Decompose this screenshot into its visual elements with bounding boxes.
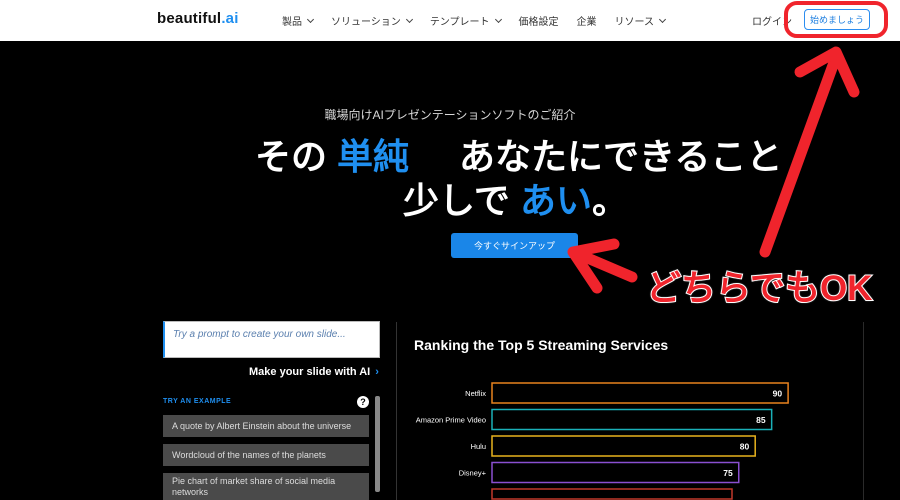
hero-headline-line2: 少しで あい。	[403, 172, 628, 224]
hero-subtitle: 職場向けAIプレゼンテーションソフトのご紹介	[324, 108, 576, 122]
headline-text: その	[255, 136, 328, 177]
category-label: Amazon Prime Video	[416, 416, 486, 425]
nav-label: ソリューション	[331, 17, 401, 28]
category-label: Netflix	[465, 389, 486, 398]
logo-suffix: .ai	[221, 10, 239, 27]
bar	[491, 408, 773, 431]
logo-text: beautiful	[157, 10, 222, 27]
example-item[interactable]: A quote by Albert Einstein about the uni…	[163, 415, 369, 437]
annotation-text: どちらでもOK	[645, 268, 873, 309]
bar-value-label: 80	[740, 442, 750, 452]
nav-resources[interactable]: リソース	[614, 13, 667, 28]
chevron-down-icon	[405, 15, 413, 23]
nav-label: テンプレート	[429, 17, 490, 28]
example-item[interactable]: Pie chart of market share of social medi…	[163, 473, 369, 500]
signup-button[interactable]: 今すぐサインアップ	[451, 233, 578, 258]
bar-value-label: 75	[723, 468, 733, 478]
nav-templates[interactable]: テンプレート	[429, 13, 502, 28]
category-label: Disney+	[459, 469, 487, 478]
nav-label: 企業	[576, 17, 597, 28]
arrow-to-signup-button	[567, 238, 638, 294]
annotation-highlight-box	[784, 1, 888, 38]
bar	[491, 461, 740, 484]
bar-chart: Netflix 90 Amazon Prime Video 85 Hulu 80 Disne…	[416, 382, 789, 500]
chevron-down-icon	[658, 15, 667, 23]
help-icon[interactable]: ?	[357, 396, 369, 408]
nav-label: リソース	[614, 17, 655, 28]
nav-enterprise[interactable]: 企業	[577, 13, 597, 28]
category-label: Hulu	[471, 442, 486, 451]
make-slide-button[interactable]: Make your slide with AI ›	[249, 366, 379, 378]
example-item[interactable]: Wordcloud of the names of the planets	[163, 444, 369, 466]
make-slide-label: Make your slide with AI	[249, 366, 371, 378]
nav-solutions[interactable]: ソリューション	[331, 13, 413, 28]
bar-value-label: 85	[756, 415, 766, 425]
chevron-right-icon: ›	[375, 366, 379, 378]
nav-pricing[interactable]: 価格設定	[519, 13, 559, 28]
headline-accent: 単純	[337, 136, 410, 177]
prompt-input[interactable]	[171, 328, 380, 341]
headline-text: 少しで	[403, 180, 510, 221]
nav-products[interactable]: 製品	[282, 13, 315, 28]
top-navbar: beautiful.ai 製品 ソリューション テンプレート 価格設定 企業 リ…	[0, 0, 900, 41]
nav-label: 価格設定	[518, 17, 559, 28]
chevron-down-icon	[306, 15, 315, 23]
nav-label: 製品	[282, 17, 302, 28]
try-example-label: TRY AN EXAMPLE	[163, 398, 232, 405]
headline-accent: あい	[519, 180, 592, 221]
headline-text: 。	[591, 180, 628, 221]
bar	[491, 435, 756, 457]
panel-divider	[396, 322, 397, 500]
bar-value-label: 90	[773, 389, 783, 399]
bar	[491, 382, 789, 404]
chart-title: Ranking the Top 5 Streaming Services	[414, 337, 669, 353]
main-nav: 製品 ソリューション テンプレート 価格設定 企業 リソース	[282, 13, 683, 28]
chevron-down-icon	[494, 15, 502, 23]
examples-scrollbar[interactable]	[375, 396, 380, 492]
headline-text: あなたにできること	[459, 136, 783, 177]
logo[interactable]: beautiful.ai	[157, 10, 239, 27]
prompt-field[interactable]	[163, 321, 380, 358]
bar	[491, 488, 733, 500]
